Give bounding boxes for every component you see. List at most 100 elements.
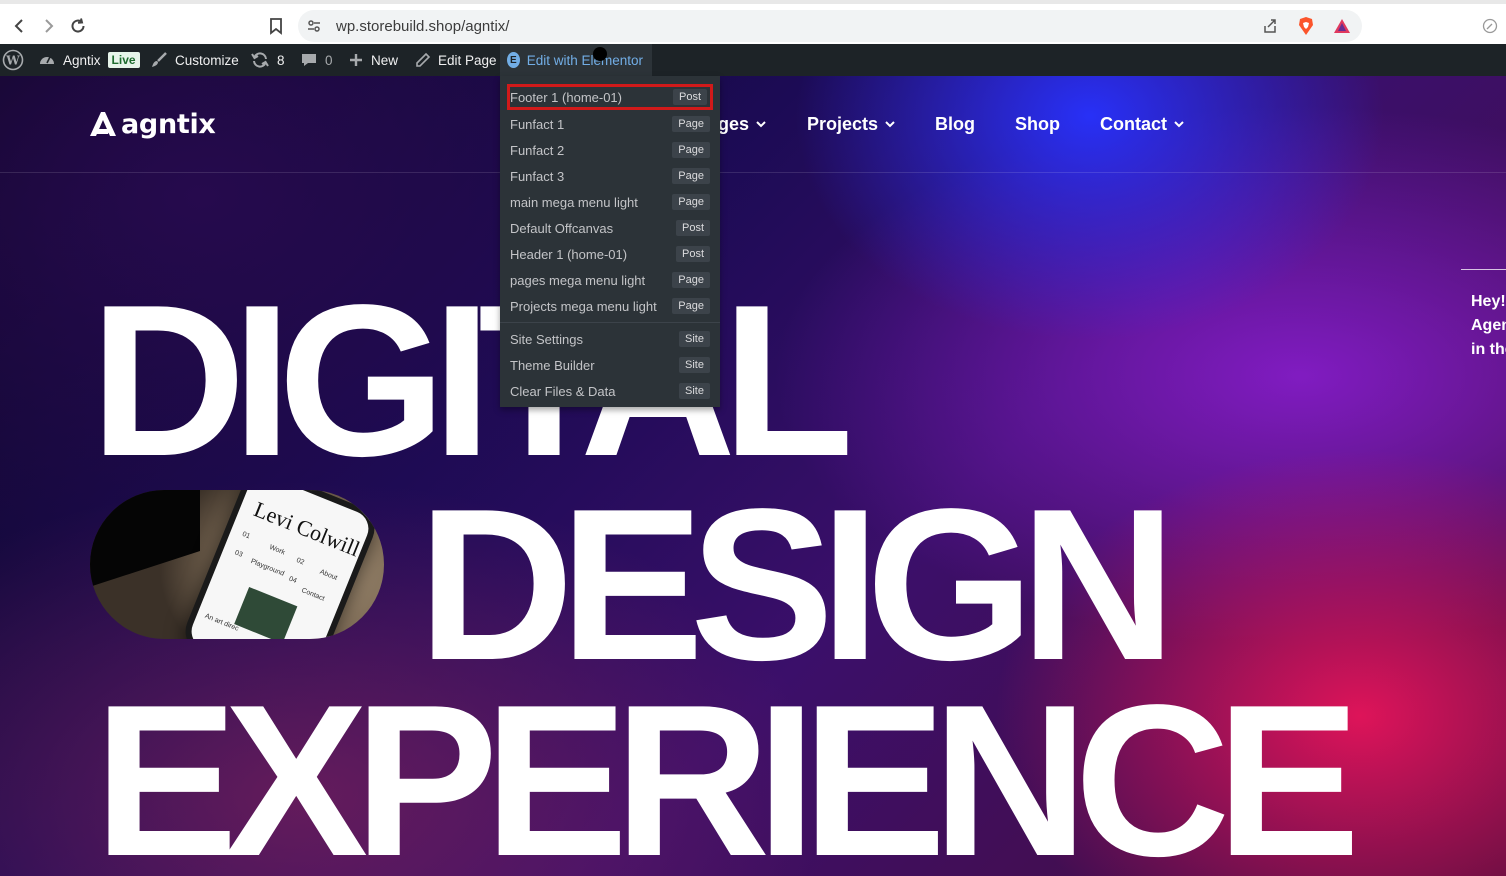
menu-item-label: Funfact 1 (510, 116, 565, 132)
menu-item-tag: Page (672, 272, 710, 288)
edit-page-link[interactable]: Edit Page (415, 44, 497, 76)
bookmark-icon[interactable] (262, 12, 290, 40)
chevron-down-icon (756, 121, 766, 128)
header-divider (0, 172, 1506, 173)
side-intro-text: Hey! Agen in the (1471, 290, 1506, 362)
menu-item-tag: Page (672, 298, 710, 314)
menu-item-label: Funfact 3 (510, 168, 565, 184)
updates-icon (251, 52, 269, 68)
menu-item-main-mega-menu[interactable]: main mega menu light Page (500, 189, 720, 215)
menu-item-label: Theme Builder (510, 357, 595, 373)
comments-link[interactable]: 0 (300, 44, 333, 76)
updates-count: 8 (277, 52, 285, 68)
menu-item-label: Footer 1 (home-01) (510, 89, 622, 105)
phone-nav-item: 01 (241, 530, 252, 541)
phone-photo (234, 586, 298, 639)
customize-link[interactable]: Customize (150, 44, 239, 76)
svg-text:W: W (5, 54, 20, 68)
phone-nav-item: Work (268, 543, 286, 557)
site-info-icon[interactable] (304, 16, 324, 36)
phone-name: Levi Colwill (250, 496, 364, 562)
nav-shop-label: Shop (1015, 113, 1060, 134)
menu-item-label: Projects mega menu light (510, 298, 657, 314)
menu-item-tag: Site (679, 383, 710, 399)
nav-contact-label: Contact (1100, 113, 1167, 134)
new-content-link[interactable]: New (348, 44, 398, 76)
menu-item-label: pages mega menu light (510, 272, 646, 288)
menu-item-tag: Page (672, 116, 710, 132)
menu-item-label: Default Offcanvas (510, 220, 614, 236)
brave-shield-icon[interactable] (1296, 16, 1316, 36)
side-text-line: Agen (1471, 317, 1506, 334)
menu-item-tag: Site (679, 331, 710, 347)
share-icon[interactable] (1260, 16, 1280, 36)
back-icon[interactable] (6, 12, 34, 40)
dashboard-icon (40, 56, 54, 64)
live-badge: Live (107, 52, 140, 68)
side-text-line: Hey! (1471, 293, 1506, 310)
menu-item-label: Site Settings (510, 331, 583, 347)
nav-projects-label: Projects (807, 113, 879, 134)
edit-page-label: Edit Page (438, 52, 497, 68)
menu-item-funfact-1[interactable]: Funfact 1 Page (500, 111, 720, 137)
logo-mark-icon (90, 112, 116, 136)
site-name-link[interactable]: Agntix Live (38, 44, 140, 76)
menu-divider (500, 322, 720, 323)
logo-text: agntix (121, 108, 216, 140)
edit-with-elementor-label: Edit with Elementor (526, 52, 643, 68)
wp-admin-bar: W Agntix Live Customize 8 0 New Edit Pag… (0, 44, 1506, 76)
forward-icon[interactable] (34, 12, 62, 40)
nav-shop[interactable]: Shop (1015, 112, 1060, 136)
wordpress-logo-icon[interactable]: W (2, 44, 24, 76)
menu-item-tag: Page (672, 142, 710, 158)
phone-nav-item: 02 (295, 557, 306, 567)
menu-item-theme-builder[interactable]: Theme Builder Site (500, 352, 720, 378)
url-text[interactable]: wp.storebuild.shop/agntix/ (336, 18, 509, 35)
phone-nav-item: 03 (233, 549, 244, 559)
site-logo[interactable]: agntix (88, 108, 216, 140)
mouse-cursor-icon (593, 47, 607, 61)
comment-icon (302, 54, 316, 66)
image-shadow (90, 490, 200, 590)
menu-item-site-settings[interactable]: Site Settings Site (500, 326, 720, 352)
elementor-icon: E (507, 52, 520, 68)
menu-item-tag: Post (675, 220, 710, 236)
address-bar[interactable]: wp.storebuild.shop/agntix/ (298, 10, 1362, 42)
phone-nav-item: Playground (249, 557, 286, 578)
menu-item-label: Funfact 2 (510, 142, 565, 158)
menu-item-funfact-2[interactable]: Funfact 2 Page (500, 137, 720, 163)
side-rule (1461, 269, 1506, 270)
menu-item-tag: Site (679, 357, 710, 373)
hero-heading-line1: DIGITAL (90, 259, 854, 501)
nav-pages[interactable]: ges (718, 112, 767, 136)
reload-icon[interactable] (64, 12, 92, 40)
phone-nav-item: Contact (300, 587, 326, 603)
menu-item-clear-files[interactable]: Clear Files & Data Site (500, 378, 720, 404)
updates-link[interactable]: 8 (250, 44, 285, 76)
extension-icon[interactable] (1476, 12, 1504, 40)
menu-item-pages-mega-menu[interactable]: pages mega menu light Page (500, 267, 720, 293)
menu-item-footer-1[interactable]: Footer 1 (home-01) Post (507, 84, 713, 110)
menu-item-tag: Page (672, 194, 710, 210)
comments-count: 0 (325, 52, 333, 68)
browser-toolbar: wp.storebuild.shop/agntix/ (0, 0, 1506, 44)
menu-item-label: Header 1 (home-01) (510, 246, 628, 262)
elementor-dropdown-menu: Footer 1 (home-01) Post Funfact 1 Page F… (500, 76, 720, 407)
nav-blog[interactable]: Blog (935, 112, 975, 136)
menu-item-funfact-3[interactable]: Funfact 3 Page (500, 163, 720, 189)
website-hero: agntix ges Projects Blog Shop Contact He… (0, 76, 1506, 876)
nav-projects[interactable]: Projects (807, 112, 896, 136)
edit-with-elementor-link[interactable]: E Edit with Elementor (500, 44, 652, 76)
nav-contact[interactable]: Contact (1100, 112, 1185, 136)
nav-blog-label: Blog (935, 113, 975, 134)
site-name: Agntix (63, 52, 101, 68)
nav-pages-label: ges (718, 113, 750, 134)
brave-rewards-icon[interactable] (1332, 16, 1352, 36)
phone-nav-item: 04 (287, 575, 298, 585)
hero-heading-line3: EXPERIENCE (94, 659, 1360, 876)
menu-item-default-offcanvas[interactable]: Default Offcanvas Post (500, 215, 720, 241)
menu-item-header-1[interactable]: Header 1 (home-01) Post (500, 241, 720, 267)
brush-icon (152, 52, 167, 67)
menu-item-projects-mega-menu[interactable]: Projects mega menu light Page (500, 293, 720, 319)
hero-pill-image: Levi Colwill 01 Work 02 About 03 Playgro… (90, 490, 384, 639)
